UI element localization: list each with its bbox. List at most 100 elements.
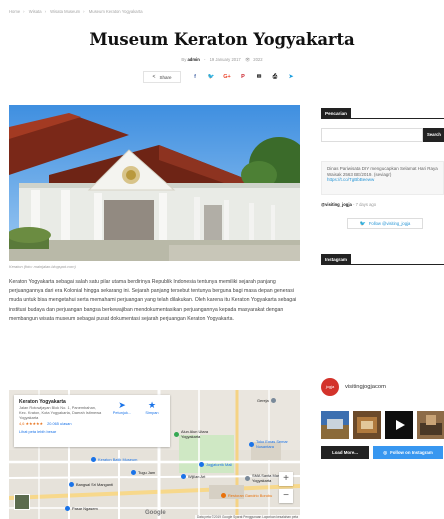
zoom-in-button[interactable]: + — [279, 472, 293, 486]
map-label-text: Pasar Ngasem — [72, 506, 98, 511]
follow-instagram-label: Follow on Instagram — [390, 450, 433, 455]
map-label-restoran[interactable]: Restoran Gandrio Borobu — [221, 493, 272, 498]
map-label-text: Tugu Jam — [138, 470, 156, 475]
restaurant-pin-icon — [221, 493, 226, 498]
google-plus-icon[interactable]: G+ — [221, 71, 233, 83]
instagram-widget-header: Instagram — [321, 254, 444, 265]
map-label-wijilan[interactable]: Wijilan Art — [181, 474, 205, 479]
star-icon: ★ — [147, 400, 157, 410]
breadcrumb-current: Museum Keraton Yogyakarta — [88, 9, 143, 14]
load-more-button[interactable]: Load More... — [321, 446, 369, 459]
map-label-text: Restoran Gandrio Borobu — [228, 493, 273, 498]
park-pin-icon — [174, 432, 179, 437]
instagram-actions: Load More... ◎ Follow on Instagram — [321, 446, 444, 459]
rating-value: 4,6 — [19, 421, 25, 427]
follow-instagram-button[interactable]: ◎ Follow on Instagram — [373, 446, 443, 459]
map-label-bangsal[interactable]: Bangsal Sri Manganti — [69, 482, 113, 487]
mall-pin-icon — [199, 462, 204, 467]
directions-label: Petunjuk... — [112, 410, 132, 415]
article-image — [9, 105, 300, 261]
breadcrumb: Home › Wisata › Wisata Museum › Museum Kera… — [9, 9, 146, 14]
heading-divider — [321, 117, 444, 119]
map-label-text: Bangsal Sri Manganti — [76, 482, 113, 487]
article-body: Keraton Yogyakarta sebagai salah satu pi… — [9, 279, 297, 322]
art-pin-icon — [181, 474, 186, 479]
twitter-follow-button[interactable]: 🐦 Follow @visiting_jogja — [347, 218, 423, 229]
twitter-icon: 🐦 — [359, 220, 366, 227]
map-label-tugu-jam[interactable]: Tugu Jam — [131, 470, 155, 475]
save-place-button[interactable]: ★ Simpan — [138, 400, 166, 415]
landmark-pin-icon — [131, 470, 136, 475]
breadcrumb-separator: › — [44, 9, 46, 14]
breadcrumb-separator: › — [23, 9, 25, 14]
map-place-card: Keraton Yogyakarta Jalan Rotowijayan Blo… — [14, 395, 170, 447]
larger-map-link[interactable]: Lihat peta lebih besar — [19, 429, 165, 434]
tweet-card: Dinas Pariwisata DIY mengucapkan Selamat… — [321, 161, 444, 195]
tweet-time: 7 days ago — [355, 202, 377, 207]
google-logo: Google — [145, 510, 166, 516]
map-label-toko-emas[interactable]: Toko Emas Semar Nusantara — [249, 439, 298, 449]
rating-stars: ★★★★★ — [25, 421, 43, 427]
breadcrumb-wisata[interactable]: Wisata — [29, 9, 42, 14]
view-count: 2022 — [253, 57, 263, 62]
share-icon: < — [152, 74, 156, 80]
map-label-keraton-batik[interactable]: Keraton Batik Museum — [91, 457, 137, 462]
breadcrumb-home[interactable]: Home — [9, 9, 20, 14]
map-label-text: Alun Alun Utara Yogyakarta — [181, 429, 209, 439]
instagram-icon: ◎ — [383, 449, 388, 455]
map-label-pasar-ngasem[interactable]: Pasar Ngasem — [65, 506, 98, 511]
twitter-handle[interactable]: @visiting_jogja — [321, 202, 352, 207]
directions-button[interactable]: ➤ Petunjuk... — [108, 400, 136, 415]
satellite-toggle[interactable] — [14, 494, 30, 510]
share-bar: < Share f 🐦 G+ P ✉ ⎙ ➤ — [143, 70, 301, 84]
pinterest-icon[interactable]: P — [237, 71, 249, 83]
map-attribution[interactable]: Data peta ©2019 Google Syarat Penggunaan… — [194, 515, 300, 519]
map-place-address: Jalan Rotowijayan Blok No. 1, Panembahan… — [19, 405, 102, 420]
map-label-text: Wijilan Art — [188, 474, 206, 479]
social-share-icons: f 🐦 G+ P ✉ ⎙ ➤ — [189, 71, 301, 83]
print-icon[interactable]: ⎙ — [269, 71, 281, 83]
share-label: Share — [159, 74, 172, 80]
directions-icon: ➤ — [118, 400, 126, 410]
page-title: Museum Keraton Yogyakarta — [89, 30, 355, 49]
post-date: 19 January 2017 — [209, 57, 241, 62]
tweet-meta: @visiting_jogja - 7 days ago — [321, 202, 377, 207]
embedded-map[interactable]: Alun Alun Utara Yogyakarta Toko Emas Sem… — [9, 390, 300, 519]
post-meta: By admin - 19 January 2017 👁 2022 — [181, 57, 263, 62]
map-rating: 4,6 ★★★★★ 20.065 ulasan — [19, 421, 165, 426]
instagram-thumbnail[interactable] — [321, 411, 349, 439]
map-label-text: Jogjatorrik Mall — [206, 462, 233, 467]
telegram-icon[interactable]: ➤ — [285, 71, 297, 83]
author-prefix: By — [181, 57, 187, 62]
tweet-text: Dinas Pariwisata DIY mengucapkan Selamat… — [327, 166, 438, 177]
map-label-alun-alun[interactable]: Alun Alun Utara Yogyakarta — [174, 429, 219, 439]
author-link[interactable]: admin — [187, 57, 199, 62]
heading-divider — [321, 263, 444, 265]
email-icon[interactable]: ✉ — [253, 71, 265, 83]
instagram-video-thumbnail[interactable] — [385, 411, 413, 439]
twitter-icon[interactable]: 🐦 — [205, 71, 217, 83]
save-label: Simpan — [145, 410, 159, 415]
instagram-thumbnail[interactable] — [353, 411, 381, 439]
reviews-link[interactable]: 20.065 ulasan — [47, 421, 71, 426]
breadcrumb-separator: › — [83, 9, 85, 14]
church-pin-icon — [270, 398, 276, 403]
instagram-thumbnail[interactable] — [417, 411, 444, 439]
shop-pin-icon — [249, 442, 254, 447]
facebook-icon[interactable]: f — [189, 71, 201, 83]
map-label-text: Toko Emas Semar Nusantara — [256, 439, 288, 449]
share-button[interactable]: < Share — [143, 71, 181, 83]
search-input[interactable] — [321, 128, 423, 142]
market-pin-icon — [65, 506, 70, 511]
map-label-gereja[interactable]: Gereja — [257, 398, 278, 403]
instagram-profile[interactable]: jogja visitingjogjacom — [321, 378, 386, 396]
twitter-follow-label: Follow @visiting_jogja — [368, 221, 411, 226]
tweet-link[interactable]: https://t.co/TgBbBeeww — [327, 177, 438, 183]
map-label-jogjatorrik[interactable]: Jogjatorrik Mall — [199, 462, 232, 467]
search-widget-header: Pencarian — [321, 108, 444, 119]
eye-icon: 👁 — [244, 57, 251, 62]
map-label-text: Gereja — [257, 398, 269, 403]
search-button[interactable]: Search — [423, 128, 444, 142]
zoom-out-button[interactable]: − — [279, 489, 293, 503]
breadcrumb-wisata-museum[interactable]: Wisata Museum — [50, 9, 80, 14]
